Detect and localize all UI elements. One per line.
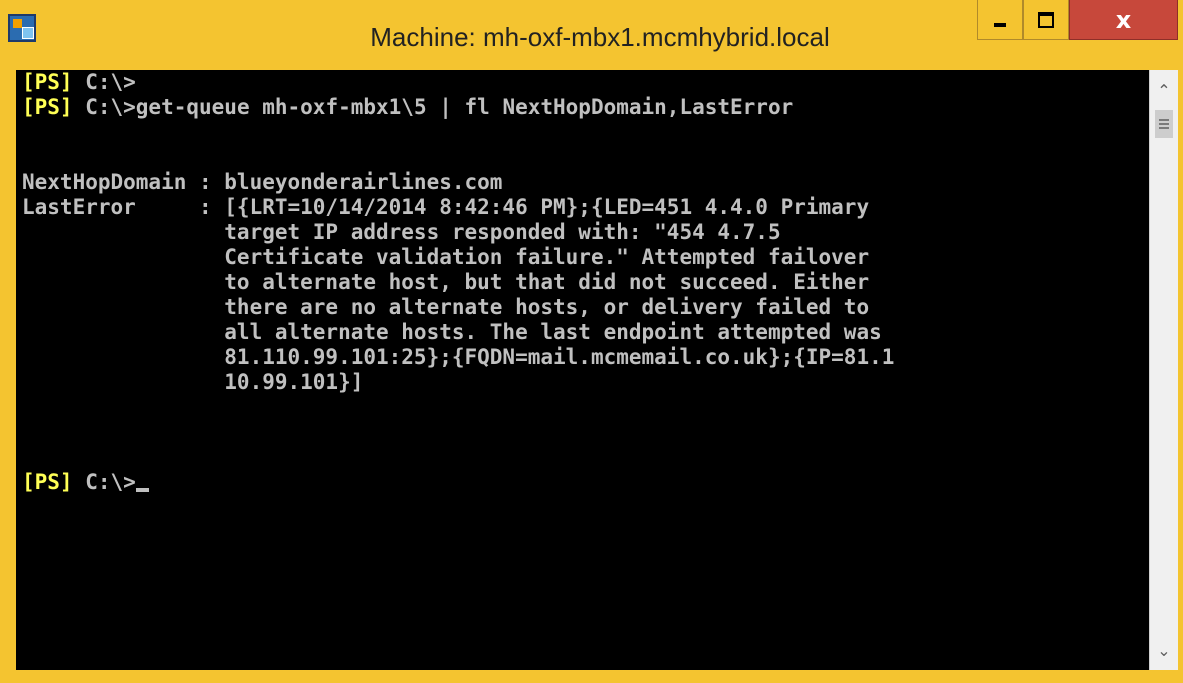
powershell-window: Machine: mh-oxf-mbx1.mcmhybrid.local x [… (0, 0, 1183, 683)
maximize-button[interactable] (1023, 0, 1069, 40)
chevron-up-icon: ⌃ (1157, 80, 1171, 100)
console-line: [PS] C:\> (22, 70, 894, 95)
window-title: Machine: mh-oxf-mbx1.mcmhybrid.local (370, 22, 830, 52)
prompt-tag: [PS] (22, 95, 73, 119)
console-lines: [PS] C:\> [PS] C:\>get-queue mh-oxf-mbx1\… (22, 70, 894, 495)
console-line: NextHopDomain : blueyonderairlines.com (22, 170, 894, 195)
console-line-text: to alternate host, but that did not succ… (22, 270, 870, 294)
console-line-text: target IP address responded with: "454 4… (22, 220, 781, 244)
console-line-text: Certificate validation failure." Attempt… (22, 245, 870, 269)
prompt-tag: [PS] (22, 70, 73, 94)
console-line: 10.99.101}] (22, 370, 894, 395)
chevron-down-icon: ⌄ (1157, 640, 1171, 660)
console-line: target IP address responded with: "454 4… (22, 220, 894, 245)
console-line: 81.110.99.101:25};{FQDN=mail.mcmemail.co… (22, 345, 894, 370)
console-line: [PS] C:\>get-queue mh-oxf-mbx1\5 | fl Ne… (22, 95, 894, 120)
console-line: all alternate hosts. The last endpoint a… (22, 320, 894, 345)
console-line-text: C:\> (72, 470, 136, 494)
thumb-grip (1159, 119, 1169, 121)
title-bar[interactable]: Machine: mh-oxf-mbx1.mcmhybrid.local x (0, 0, 1183, 70)
minimize-icon (994, 22, 1006, 27)
console-line-text: there are no alternate hosts, or deliver… (22, 295, 870, 319)
console-line-text: all alternate hosts. The last endpoint a… (22, 320, 882, 344)
close-button[interactable]: x (1069, 0, 1178, 40)
scrollbar-thumb[interactable] (1155, 110, 1173, 138)
console-line-text: C:\>get-queue mh-oxf-mbx1\5 | fl NextHop… (72, 95, 794, 119)
scroll-down-button[interactable]: ⌄ (1150, 636, 1178, 664)
close-icon: x (1115, 5, 1132, 34)
console-line-text: NextHopDomain : blueyonderairlines.com (22, 170, 503, 194)
console-line-text: LastError : [{LRT=10/14/2014 8:42:46 PM}… (22, 195, 870, 219)
scroll-up-button[interactable]: ⌃ (1150, 76, 1178, 104)
maximize-icon (1038, 11, 1054, 28)
console-line: there are no alternate hosts, or deliver… (22, 295, 894, 320)
thumb-grip (1159, 123, 1169, 125)
console-line (22, 420, 894, 445)
console-line: to alternate host, but that did not succ… (22, 270, 894, 295)
powershell-app-icon[interactable] (8, 14, 36, 42)
thumb-grip (1159, 127, 1169, 129)
vertical-scrollbar[interactable]: ⌃ ⌄ (1149, 70, 1178, 670)
console-line: Certificate validation failure." Attempt… (22, 245, 894, 270)
console-output[interactable]: [PS] C:\> [PS] C:\>get-queue mh-oxf-mbx1\… (16, 70, 1149, 670)
console-line: [PS] C:\> (22, 470, 894, 495)
console-line (22, 145, 894, 170)
prompt-tag: [PS] (22, 470, 73, 494)
console-line (22, 445, 894, 470)
console-line-text: 81.110.99.101:25};{FQDN=mail.mcmemail.co… (22, 345, 895, 369)
console-line-text: C:\> (72, 70, 136, 94)
console-line (22, 120, 894, 145)
console-line-text: 10.99.101}] (22, 370, 364, 394)
minimize-button[interactable] (977, 0, 1023, 40)
console-line (22, 395, 894, 420)
console-line: LastError : [{LRT=10/14/2014 8:42:46 PM}… (22, 195, 894, 220)
text-cursor (135, 488, 149, 492)
